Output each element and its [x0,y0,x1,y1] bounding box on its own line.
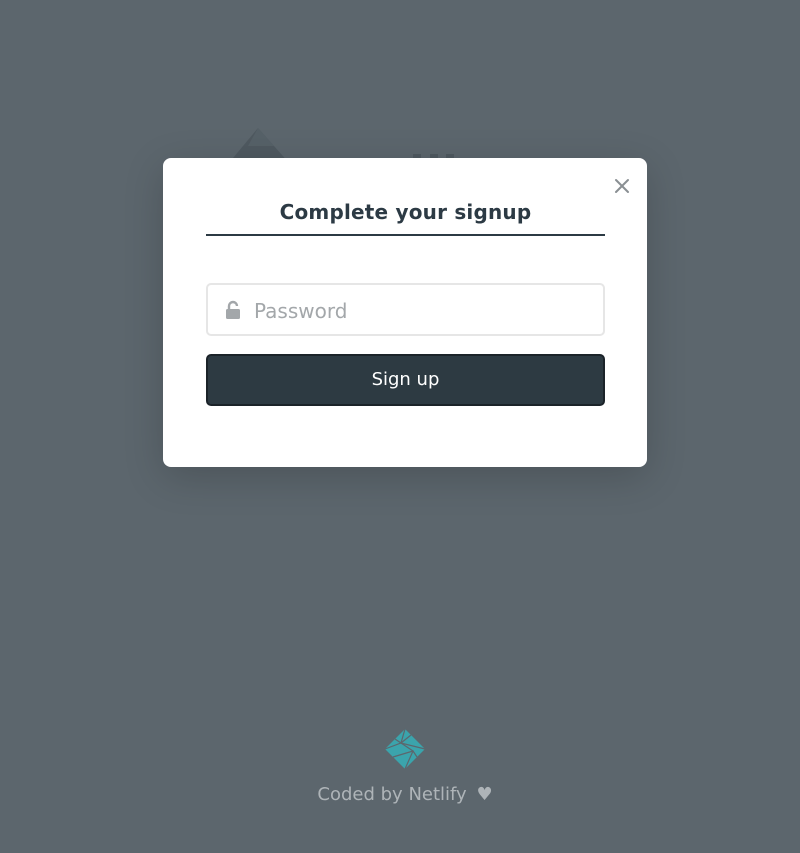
heart-icon: ♥ [476,784,493,805]
signup-modal: Complete your signup Sign up [163,158,647,467]
password-input[interactable] [252,285,596,336]
footer-prefix: Coded by [317,784,403,805]
password-field[interactable] [206,283,605,336]
footer-credit: Coded by Netlify ♥ [0,784,800,805]
netlify-link[interactable]: Netlify [408,784,466,805]
close-icon[interactable] [611,175,633,197]
signup-button[interactable]: Sign up [206,354,605,406]
lock-icon [226,300,240,319]
modal-title: Complete your signup [206,200,605,236]
netlify-logo-icon[interactable] [383,727,427,771]
